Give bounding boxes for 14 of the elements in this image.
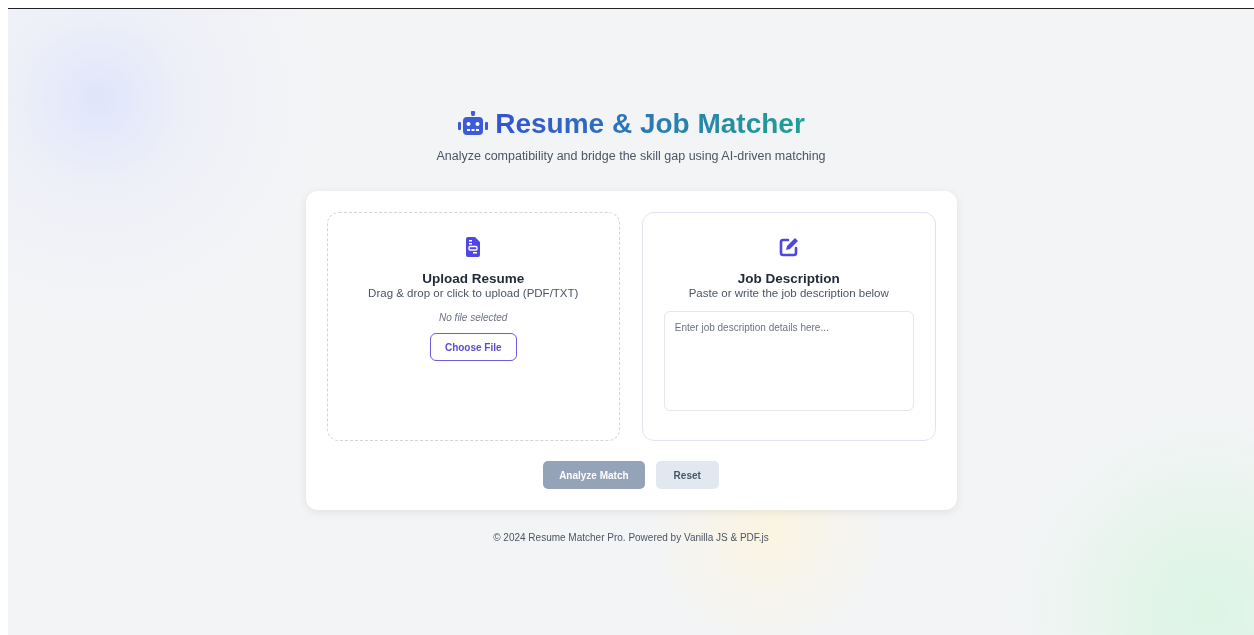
app-subtitle: Analyze compatibility and bridge the skill gap using AI-driven matching xyxy=(436,149,826,163)
choose-file-button[interactable]: Choose File xyxy=(429,333,517,361)
footer-text: © 2024 Resume Matcher Pro. Powered by Vanilla JS & PDF.js xyxy=(493,532,769,543)
document-icon xyxy=(466,237,481,257)
upload-drop-zone[interactable]: Upload Resume Drag & drop or click to upload (PDF/TXT) No file selected Choose File xyxy=(326,212,620,441)
job-title: Job Description xyxy=(737,271,840,286)
edit-icon xyxy=(778,237,799,257)
file-status: No file selected xyxy=(439,312,508,323)
reset-button[interactable]: Reset xyxy=(655,461,719,489)
upload-title: Upload Resume xyxy=(422,271,525,286)
robot-icon xyxy=(457,111,490,137)
job-hint: Paste or write the job description below xyxy=(688,287,889,299)
job-description-field[interactable]: Enter job description details here... xyxy=(663,311,914,411)
upload-hint: Drag & drop or click to upload (PDF/TXT) xyxy=(368,287,579,299)
